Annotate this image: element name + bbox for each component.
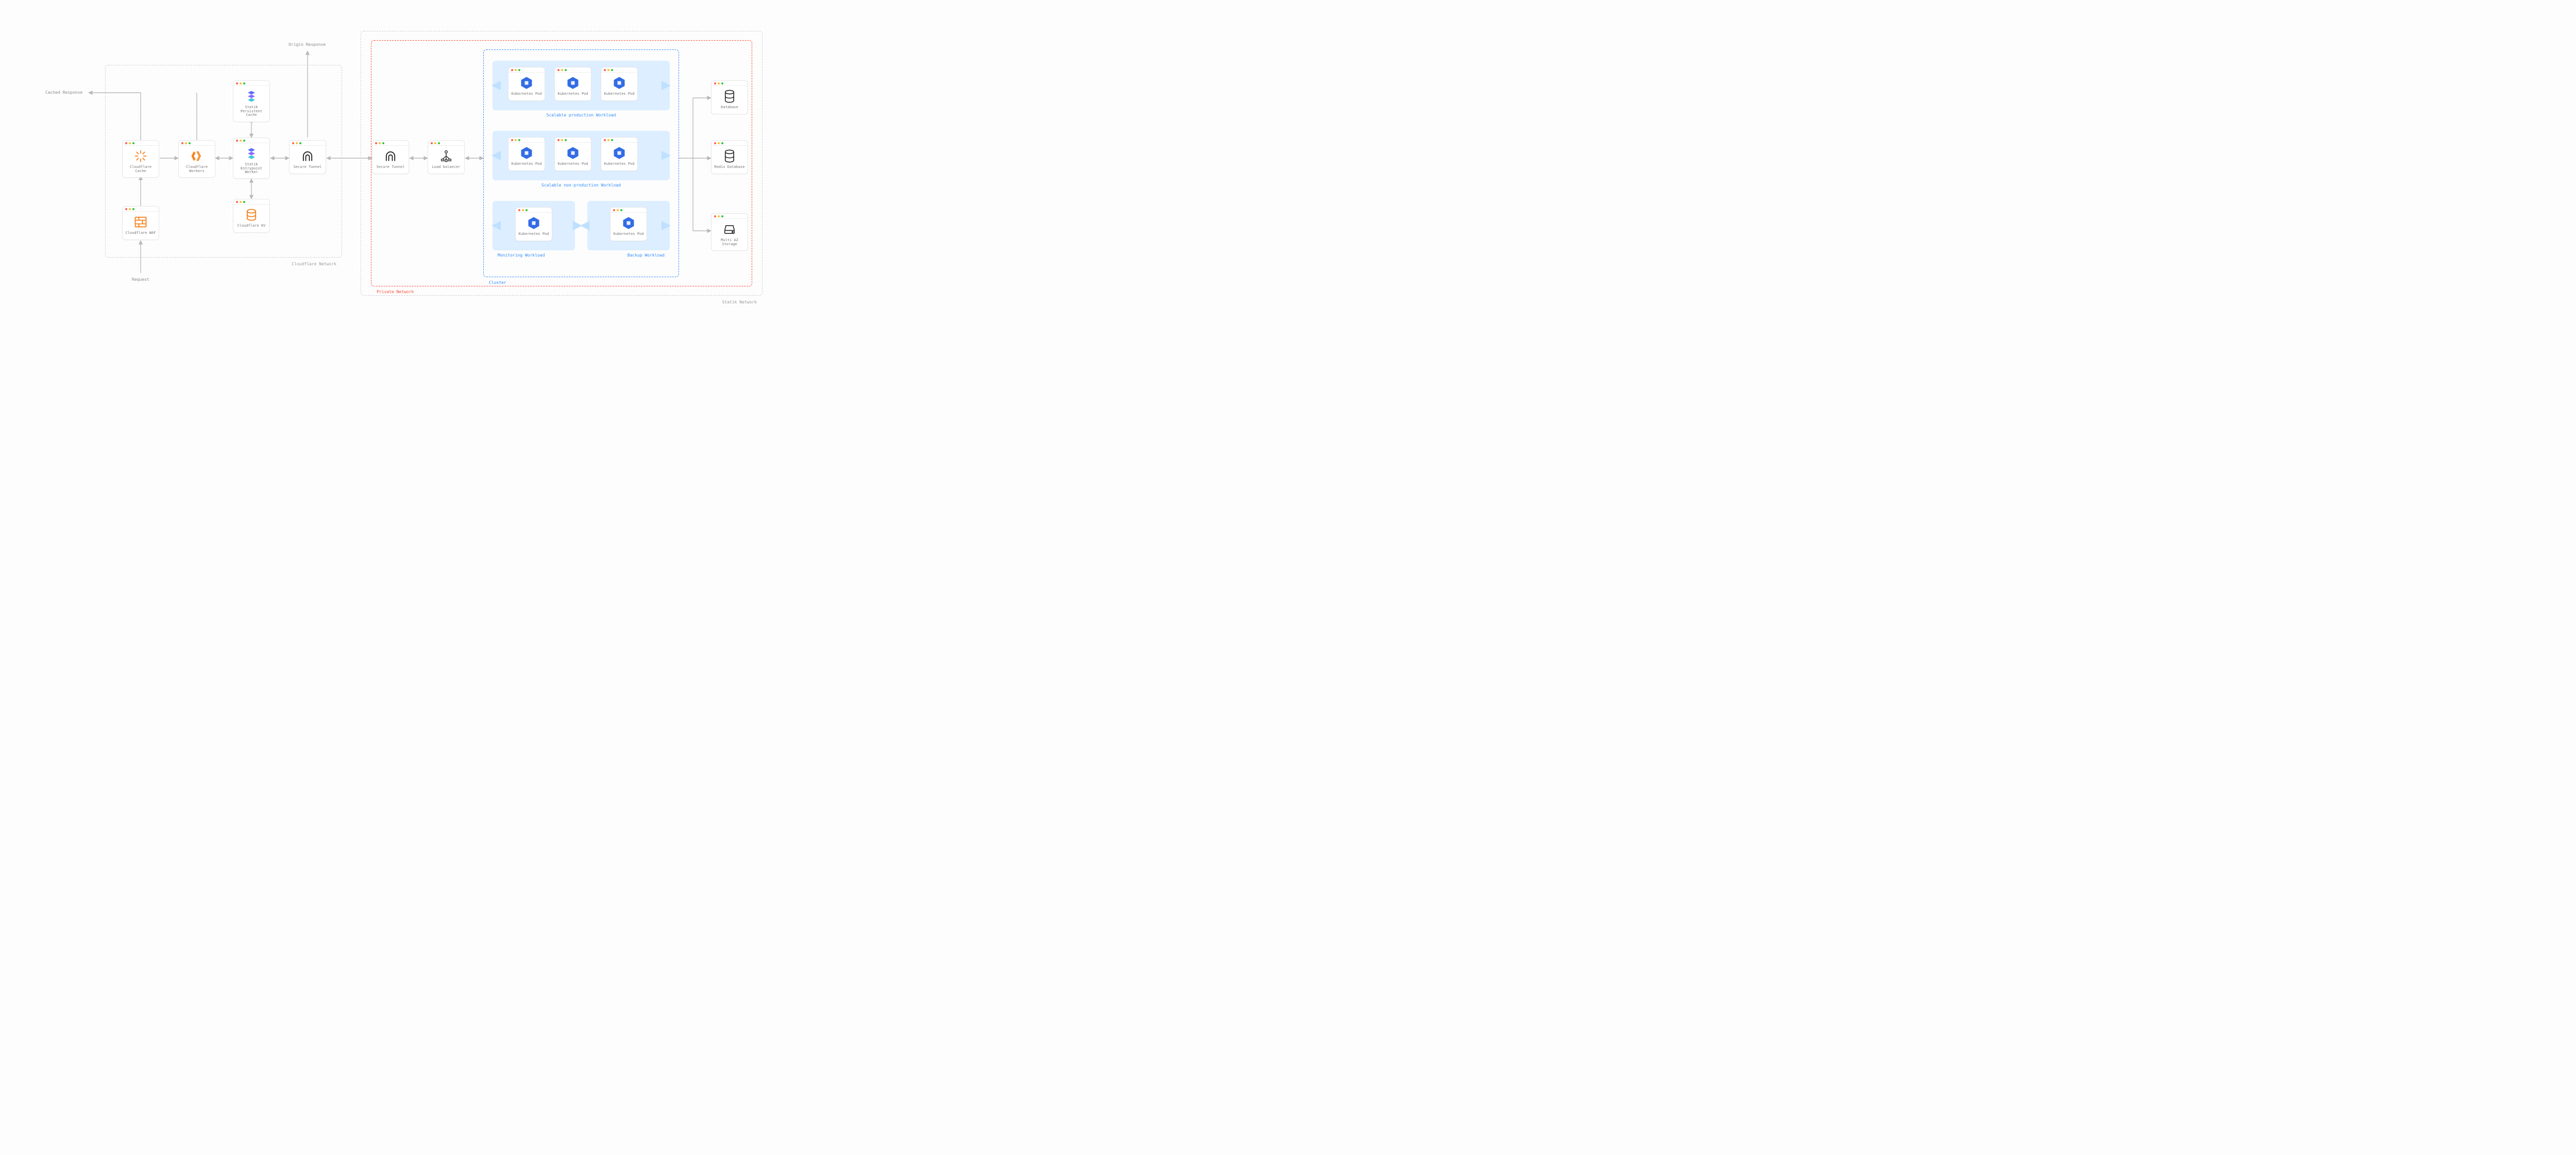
spark-icon — [133, 149, 148, 163]
window-chrome-icon — [509, 67, 545, 73]
node-cloudflare-waf: Cloudflare WAF — [122, 206, 159, 240]
diagram-canvas: Cached Response Origin Response Request … — [0, 0, 804, 326]
node-k8s-pod: Kubernetes Pod — [554, 137, 591, 171]
statik-logo-icon — [244, 146, 259, 161]
node-label: Kubernetes Pod — [557, 162, 589, 166]
node-k8s-pod: Kubernetes Pod — [554, 67, 591, 101]
node-secure-tunnel-right: Secure Tunnel — [372, 140, 409, 174]
statik-logo-icon — [244, 89, 259, 104]
window-chrome-icon — [233, 81, 269, 86]
node-database: Database — [711, 80, 748, 114]
tunnel-icon — [300, 149, 315, 163]
window-chrome-icon — [509, 138, 545, 143]
request-label: Request — [132, 277, 149, 282]
workload-nonprod-label: Scalable non-production Workload — [541, 183, 621, 188]
node-label: Multi AZ Storage — [714, 239, 745, 246]
node-load-balancer: Load balancer — [428, 140, 465, 174]
database-icon — [722, 89, 737, 104]
kubernetes-icon — [527, 216, 541, 230]
window-chrome-icon — [179, 141, 215, 146]
window-chrome-icon — [711, 141, 748, 146]
node-label: Secure Tunnel — [375, 165, 406, 169]
node-k8s-pod: Kubernetes Pod — [601, 67, 638, 101]
kubernetes-icon — [519, 76, 534, 90]
node-label: Secure Tunnel — [292, 165, 324, 169]
node-secure-tunnel-left: Secure Tunnel — [289, 140, 326, 174]
node-k8s-pod: Kubernetes Pod — [508, 137, 545, 171]
node-statik-entrypoint: Statik Entrypoint Worker — [233, 138, 270, 179]
node-label: Kubernetes Pod — [518, 232, 550, 236]
database-icon — [722, 149, 737, 163]
node-label: Cloudflare KV — [235, 224, 267, 228]
node-label: Cloudflare Cache — [125, 165, 157, 173]
node-label: Kubernetes Pod — [511, 92, 543, 96]
window-chrome-icon — [601, 138, 637, 143]
firewall-icon — [133, 215, 148, 229]
window-chrome-icon — [233, 138, 269, 143]
node-statik-persistent-cache: Statik Persistent Cache — [233, 80, 270, 122]
node-label: Load balancer — [430, 165, 462, 169]
node-k8s-pod: Kubernetes Pod — [515, 207, 552, 241]
cached-response-label: Cached Response — [45, 90, 82, 95]
window-chrome-icon — [555, 138, 591, 143]
kubernetes-icon — [621, 216, 636, 230]
node-redis: Redis Database — [711, 140, 748, 174]
region-statik-label: Statik Network — [722, 300, 757, 304]
kubernetes-icon — [566, 146, 580, 160]
workload-prod-label: Scalable production Workload — [547, 113, 616, 117]
kubernetes-icon — [519, 146, 534, 160]
window-chrome-icon — [711, 81, 748, 86]
tunnel-icon — [383, 149, 398, 163]
window-chrome-icon — [601, 67, 637, 73]
region-cloudflare-label: Cloudflare Network — [292, 262, 336, 266]
node-label: Kubernetes Pod — [511, 162, 543, 166]
window-chrome-icon — [611, 208, 647, 213]
node-label: Kubernetes Pod — [557, 92, 589, 96]
node-label: Statik Entrypoint Worker — [235, 163, 267, 175]
node-label: Kubernetes Pod — [603, 92, 635, 96]
workload-backup-label: Backup Workload — [628, 253, 665, 258]
node-cloudflare-workers: Cloudflare Workers — [178, 140, 215, 178]
region-cluster-label: Cluster — [489, 280, 506, 285]
node-label: Statik Persistent Cache — [235, 106, 267, 117]
window-chrome-icon — [711, 214, 748, 219]
kv-store-icon — [244, 208, 259, 222]
node-k8s-pod: Kubernetes Pod — [601, 137, 638, 171]
window-chrome-icon — [123, 207, 159, 212]
kubernetes-icon — [612, 146, 626, 160]
load-balancer-icon — [439, 149, 453, 163]
node-label: Cloudflare Workers — [181, 165, 213, 173]
node-label: Redis Database — [714, 165, 745, 169]
origin-response-label: Origin Response — [289, 42, 326, 47]
window-chrome-icon — [428, 141, 464, 146]
node-label: Kubernetes Pod — [603, 162, 635, 166]
window-chrome-icon — [123, 141, 159, 146]
window-chrome-icon — [516, 208, 552, 213]
node-k8s-pod: Kubernetes Pod — [508, 67, 545, 101]
node-label: Kubernetes Pod — [613, 232, 645, 236]
node-label: Cloudflare WAF — [125, 231, 157, 235]
workload-monitor-label: Monitoring Workload — [498, 253, 545, 258]
window-chrome-icon — [233, 199, 269, 205]
workers-icon — [190, 149, 204, 163]
disk-icon — [722, 222, 737, 236]
window-chrome-icon — [372, 141, 409, 146]
window-chrome-icon — [555, 67, 591, 73]
node-k8s-pod: Kubernetes Pod — [610, 207, 647, 241]
node-cloudflare-kv: Cloudflare KV — [233, 199, 270, 233]
node-label: Database — [714, 106, 745, 110]
node-storage: Multi AZ Storage — [711, 213, 748, 251]
kubernetes-icon — [566, 76, 580, 90]
window-chrome-icon — [290, 141, 326, 146]
region-private-label: Private Network — [377, 290, 414, 294]
kubernetes-icon — [612, 76, 626, 90]
node-cloudflare-cache: Cloudflare Cache — [122, 140, 159, 178]
